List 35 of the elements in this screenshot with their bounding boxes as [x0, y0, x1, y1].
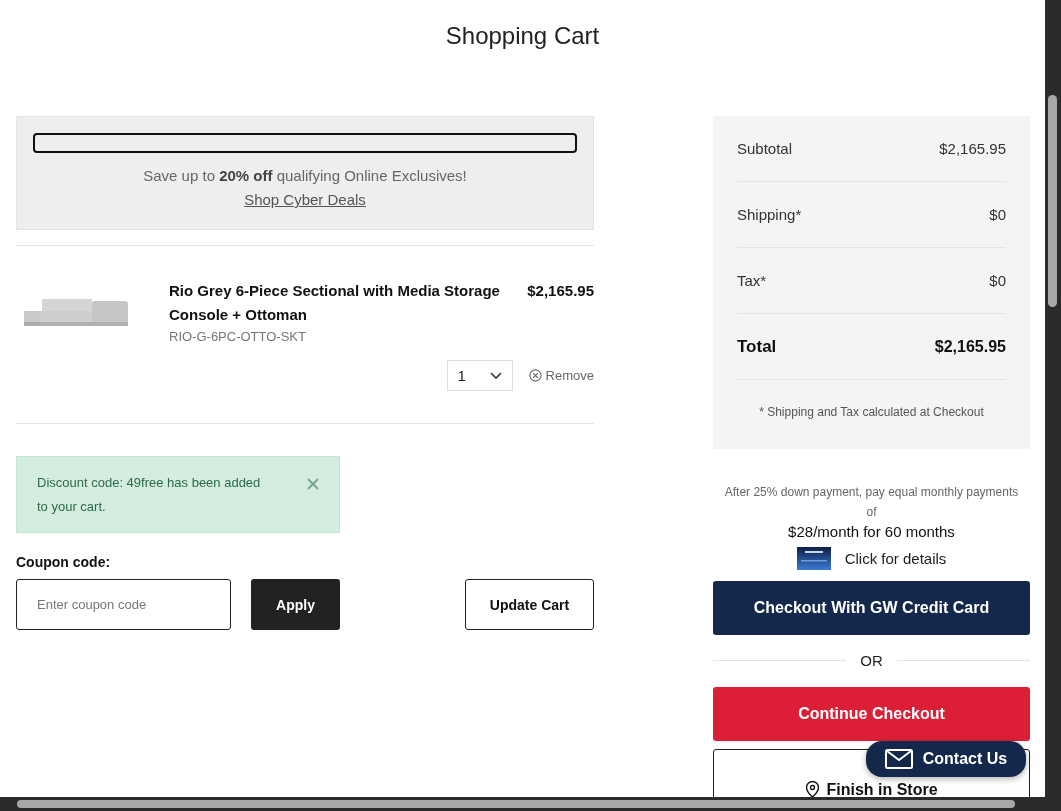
- contact-us-button[interactable]: Contact Us: [866, 741, 1026, 777]
- summary-label: Total: [737, 336, 777, 357]
- alert-message: Discount code: 49free has been added to your cart.: [37, 474, 262, 516]
- product-name[interactable]: Rio Grey 6-Piece Sectional with Media Storage Console + Ottoman: [169, 279, 508, 327]
- promo-link[interactable]: Shop Cyber Deals: [244, 191, 366, 208]
- financing-text: After 25% down payment, pay equal monthly payments of: [723, 484, 1020, 521]
- promo-message: Save up to 20% off qualifying Online Exclusives!: [143, 167, 467, 184]
- credit-checkout-button[interactable]: Checkout With GW Credit Card: [713, 581, 1030, 635]
- continue-checkout-button[interactable]: Continue Checkout: [713, 687, 1030, 741]
- summary-value: $2,165.95: [939, 140, 1006, 157]
- summary-value: $0: [989, 206, 1006, 223]
- credit-card-icon: [796, 547, 831, 570]
- financing-offer: $28/month for 60 months: [788, 523, 955, 540]
- close-icon: [528, 369, 542, 382]
- summary-label: Subtotal: [737, 140, 793, 157]
- location-pin-icon: [805, 781, 821, 797]
- summary-label: Shipping*: [737, 206, 802, 223]
- coupon-field[interactable]: Enter coupon code: [16, 579, 231, 630]
- quantity-select[interactable]: 1: [446, 360, 513, 391]
- product-price: $2,165.95: [526, 281, 594, 301]
- remove-link[interactable]: Remove: [528, 368, 594, 383]
- close-icon[interactable]: [307, 478, 319, 490]
- envelope-icon: [884, 749, 913, 769]
- chevron-icon: [489, 371, 502, 380]
- summary-value: $2,165.95: [934, 337, 1006, 356]
- summary-value: $0: [989, 272, 1006, 289]
- coupon-label: Coupon code:: [16, 554, 111, 570]
- apply-button[interactable]: Apply: [251, 579, 340, 630]
- page-title: Shopping Cart: [445, 22, 600, 50]
- summary-label: Tax*: [737, 272, 767, 289]
- details-link[interactable]: Click for details: [844, 550, 947, 567]
- summary-note: * Shipping and Tax calculated at Checkout: [759, 405, 984, 419]
- or-separator: OR: [860, 652, 883, 669]
- update-cart-button[interactable]: Update Cart: [465, 579, 594, 630]
- product-sku: RIO-G-6PC-OTTO-SKT: [169, 329, 307, 344]
